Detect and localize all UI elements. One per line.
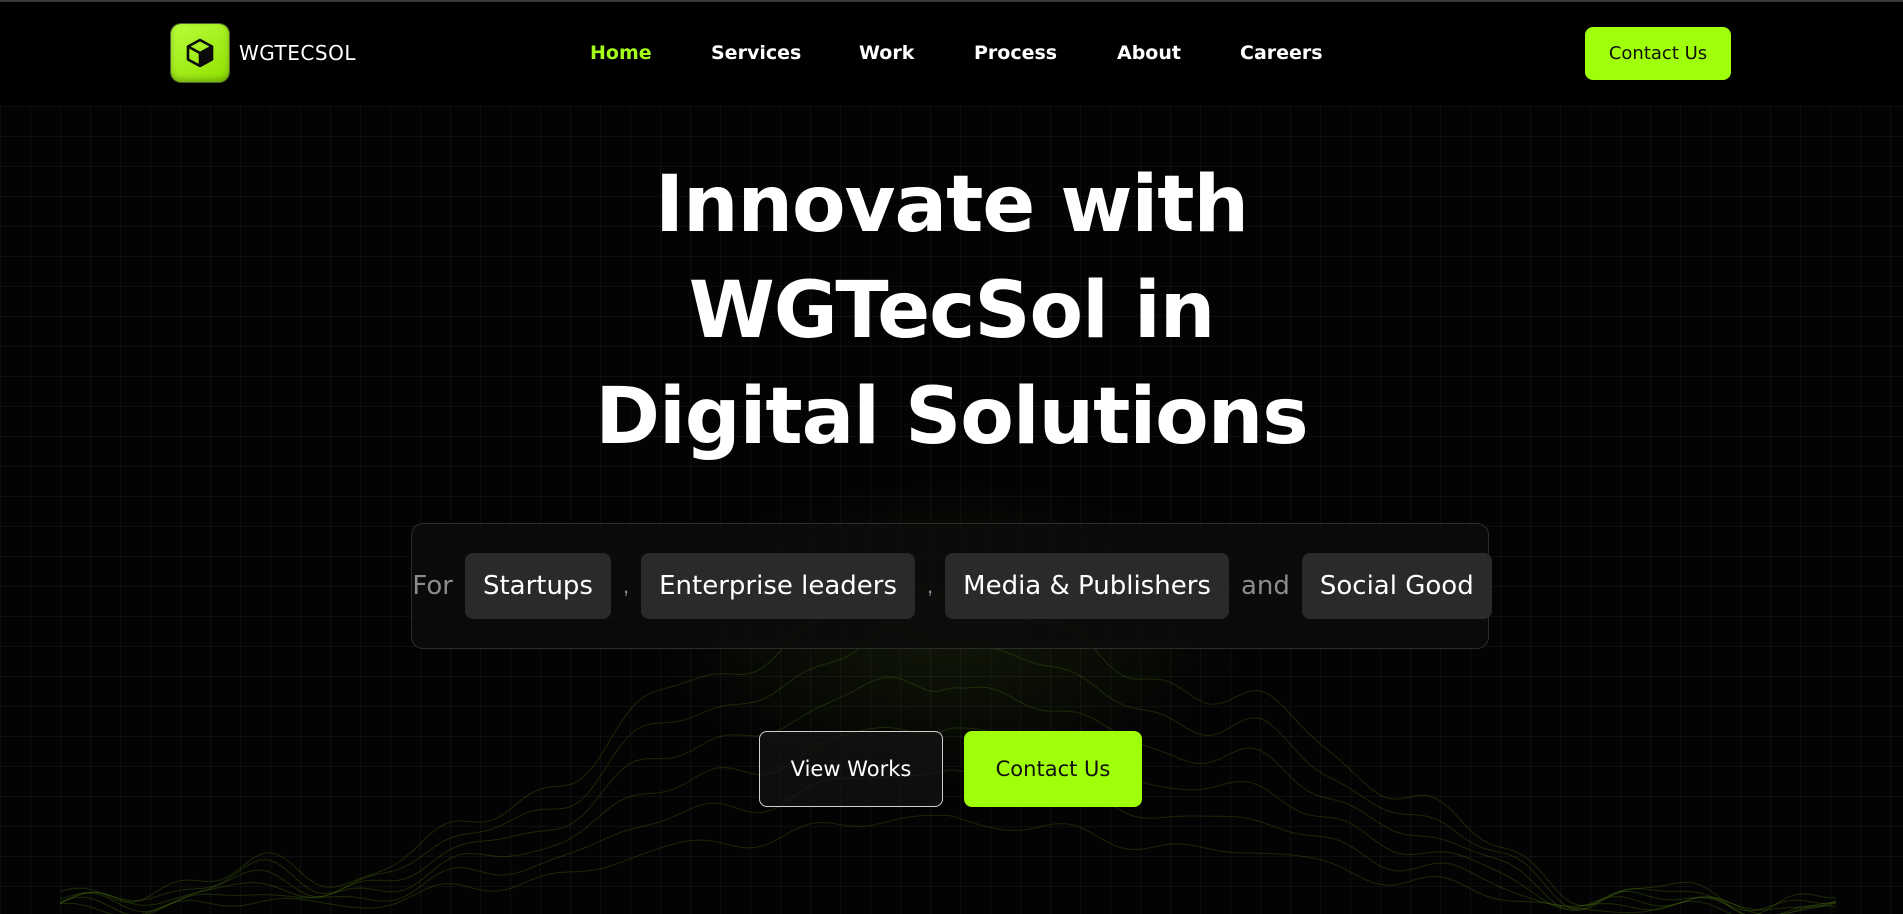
nav-link-services[interactable]: Services (711, 42, 801, 64)
nav-link-home[interactable]: Home (590, 42, 652, 64)
hero-title: Innovate with WGTecSol in Digital Soluti… (0, 152, 1903, 470)
audience-conjunction: and (1240, 571, 1290, 601)
hero-title-line-2: WGTecSol in (688, 266, 1216, 356)
page: WGTECSOL Home Services Work Process About Car… (0, 0, 1903, 914)
cube-icon (171, 24, 229, 82)
hero-title-line-3: Digital Solutions (595, 372, 1308, 462)
nav-link-work[interactable]: Work (859, 42, 914, 64)
audience-panel: For Startups , Enterprise leaders , Medi… (411, 523, 1492, 649)
header-contact-button[interactable]: Contact Us (1585, 27, 1731, 80)
nav-link-about[interactable]: About (1117, 42, 1181, 64)
nav-link-careers[interactable]: Careers (1240, 42, 1323, 64)
audience-separator: , (927, 573, 934, 598)
audience-chip-social-good: Social Good (1301, 553, 1492, 619)
nav-link-process[interactable]: Process (974, 42, 1057, 64)
hero-title-line-1: Innovate with (654, 160, 1249, 250)
view-works-button[interactable]: View Works (759, 731, 943, 807)
logo[interactable]: WGTECSOL (171, 24, 356, 82)
audience-prefix: For (412, 571, 453, 601)
brand-name: WGTECSOL (239, 41, 356, 65)
audience-chip-media: Media & Publishers (945, 553, 1229, 619)
site-header: WGTECSOL Home Services Work Process About Car… (0, 2, 1903, 106)
audience-chip-enterprise: Enterprise leaders (641, 553, 916, 619)
audience-chip-startups: Startups (464, 553, 611, 619)
audience-separator: , (622, 573, 630, 598)
hero-contact-button[interactable]: Contact Us (964, 731, 1142, 807)
